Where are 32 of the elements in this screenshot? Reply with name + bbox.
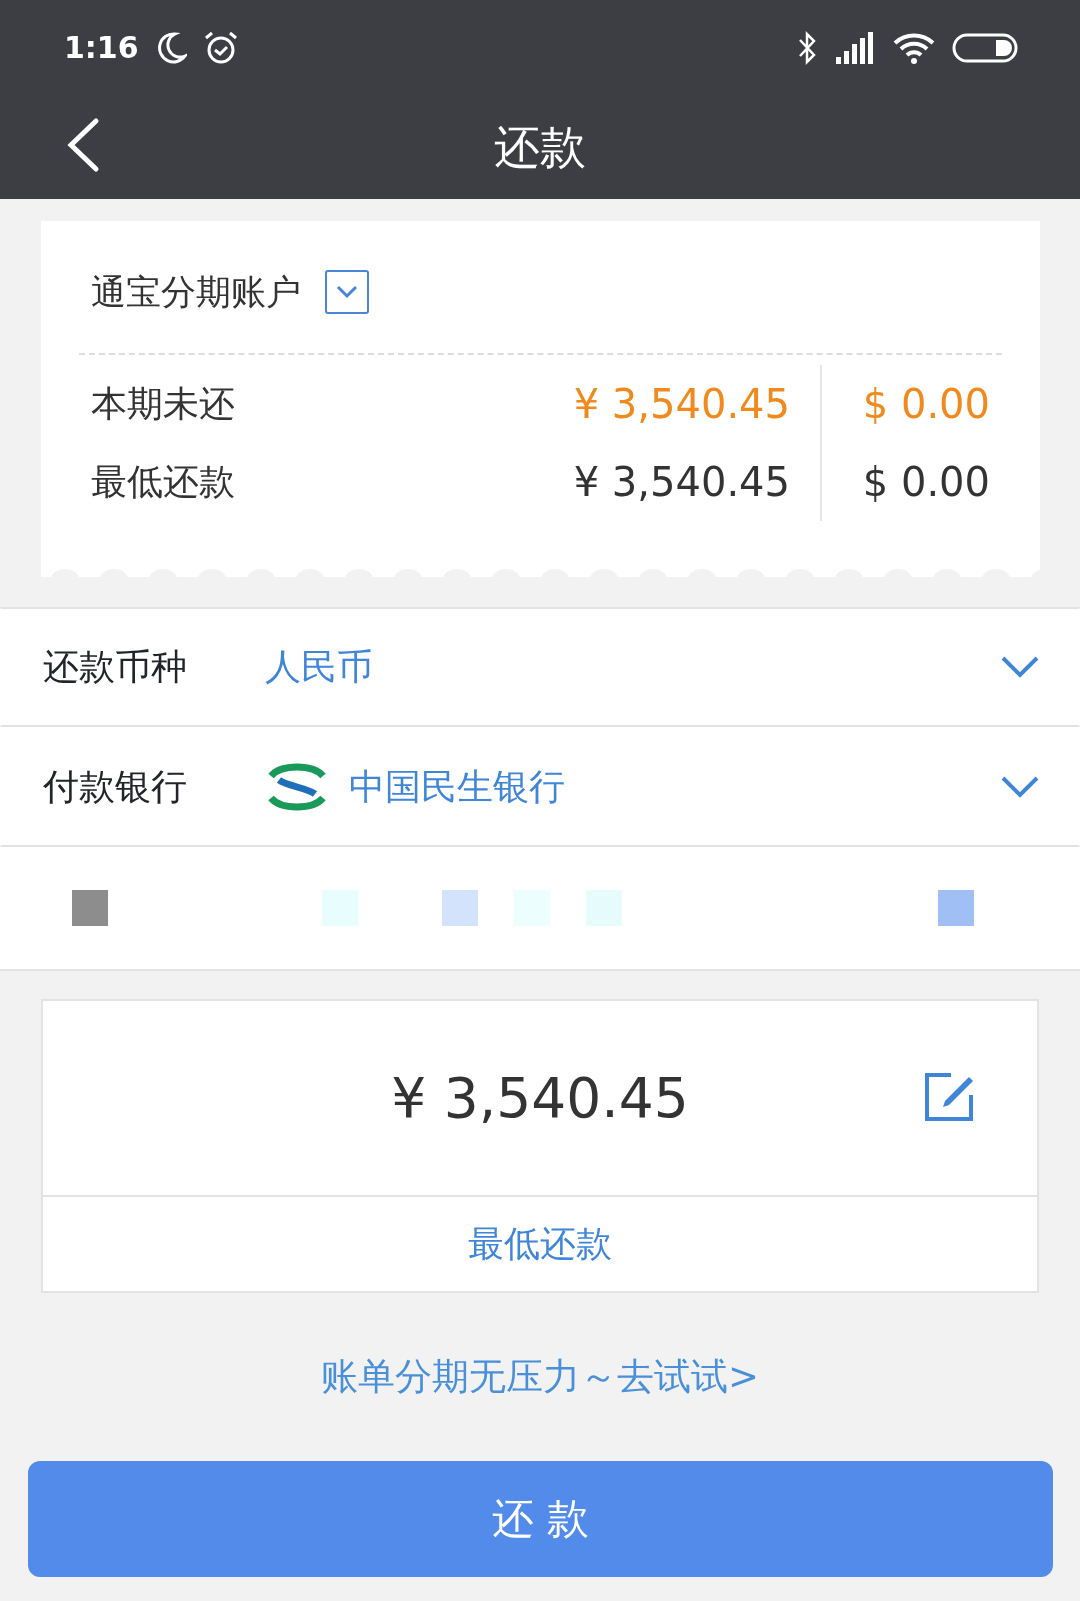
back-button[interactable] xyxy=(66,117,100,173)
amount-label: 最低还款 xyxy=(91,459,236,504)
form-value: 中国民生银行 xyxy=(349,764,565,809)
form-label: 还款币种 xyxy=(43,645,188,689)
battery-icon xyxy=(952,32,1018,63)
account-name: 通宝分期账户 xyxy=(91,271,301,314)
amount-usd: $ 0.00 xyxy=(861,457,990,507)
redacted-block xyxy=(586,890,622,926)
repay-button[interactable]: 还 款 xyxy=(28,1460,1053,1577)
payment-amount: ¥ 3,540.45 xyxy=(391,1064,689,1132)
redacted-block xyxy=(938,890,974,926)
dropdown-button[interactable] xyxy=(325,270,369,315)
signal-icon xyxy=(834,30,876,65)
redacted-block xyxy=(72,890,108,926)
form-value: 人民币 xyxy=(265,645,373,689)
amount-label: 本期未还 xyxy=(91,381,236,426)
redacted-block xyxy=(442,890,478,926)
chevron-down-icon xyxy=(1001,656,1039,678)
status-time: 1:16 xyxy=(64,29,139,67)
bluetooth-icon xyxy=(796,30,818,65)
form-row[interactable]: 还款币种 人民币 xyxy=(0,607,1080,727)
chevron-down-icon xyxy=(1001,775,1039,798)
chevron-down-icon xyxy=(336,285,358,300)
amount-cny: ¥ 3,540.45 xyxy=(573,457,790,507)
page-title: 还款 xyxy=(494,118,586,176)
amount-cny: ¥ 3,540.45 xyxy=(573,379,790,429)
form-label: 付款银行 xyxy=(43,764,188,809)
form-row[interactable]: 付款银行 中国民生银行 xyxy=(0,727,1080,847)
alarm-icon xyxy=(202,29,239,66)
installment-link[interactable]: 账单分期无压力～去试试> xyxy=(321,1349,759,1405)
back-icon xyxy=(66,117,100,173)
amount-usd: $ 0.00 xyxy=(861,379,990,429)
